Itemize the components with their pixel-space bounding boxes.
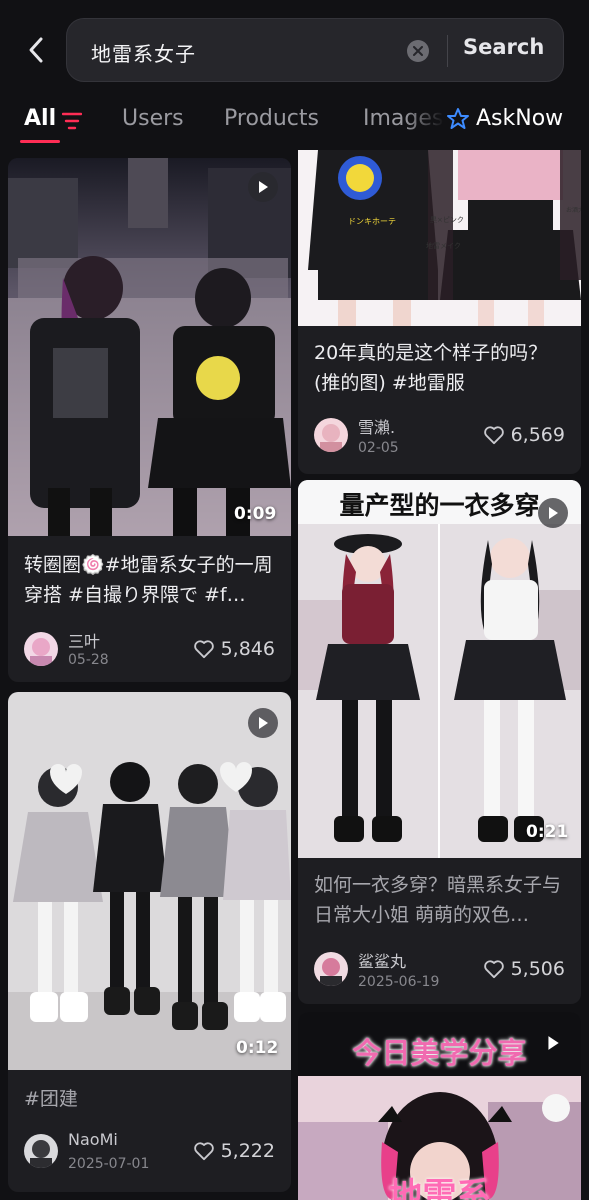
avatar[interactable] <box>24 1134 58 1168</box>
post-card-5[interactable]: 今日美学分享 地雷系 <box>298 1012 581 1200</box>
like-button[interactable]: 5,846 <box>193 638 275 660</box>
search-input[interactable]: 地雷系女子 Search <box>66 18 564 82</box>
like-count: 5,846 <box>220 638 275 660</box>
post-thumbnail[interactable]: 0:09 <box>8 158 291 536</box>
post-card-3[interactable]: ドンキホーテ 黒×ピンク 地雷メイク お酒大好き 20年真的是这个样子的吗？(推… <box>298 150 581 474</box>
avatar[interactable] <box>314 952 348 986</box>
like-count: 5,506 <box>510 958 565 980</box>
post-title: 20年真的是这个样子的吗？(推的图) #地雷服 <box>314 342 548 394</box>
post-title: #团建 <box>24 1088 78 1110</box>
heart-icon <box>483 426 504 445</box>
author-name[interactable]: 三叶 <box>68 628 100 652</box>
search-button[interactable]: Search <box>463 35 544 59</box>
tab-asknow[interactable]: AskNow <box>446 106 563 131</box>
avatar[interactable] <box>24 632 58 666</box>
filter-icon[interactable] <box>62 112 82 130</box>
play-icon <box>248 708 278 738</box>
result-tabs: All Users Products Images AskNow <box>0 100 589 144</box>
play-icon <box>538 498 568 528</box>
author-name[interactable]: 雪瀨. <box>358 414 395 438</box>
post-card-1[interactable]: 0:09 转圈圈🍥#地雷系女子的一周穿搭 #自撮り界隈で #f… 三叶 05-2… <box>8 158 291 682</box>
post-date: 05-28 <box>68 652 109 668</box>
post-date: 02-05 <box>358 440 399 456</box>
author-name[interactable]: NaoMi <box>68 1130 118 1149</box>
tab-images-wrapper[interactable]: Images <box>360 100 444 140</box>
search-divider <box>447 35 448 67</box>
heart-icon <box>193 640 214 659</box>
video-duration: 0:09 <box>234 504 277 524</box>
post-thumbnail[interactable]: 量产型的一衣多穿 0:21 <box>298 480 581 858</box>
search-query-text: 地雷系女子 <box>91 42 196 66</box>
image-text-makeup: 地雷メイク <box>426 241 461 250</box>
post-card-2[interactable]: 0:12 #团建 NaoMi 2025-07-01 5,222 <box>8 692 291 1192</box>
tab-products[interactable]: Products <box>224 106 319 131</box>
back-arrow-icon <box>29 37 43 63</box>
heart-icon <box>483 960 504 979</box>
avatar[interactable] <box>314 418 348 452</box>
post-card-4[interactable]: 量产型的一衣多穿 0:21 如何一衣多穿？暗黑系女子与日常大小姐 萌萌的双色… … <box>298 480 581 1004</box>
asknow-label: AskNow <box>476 106 564 131</box>
post-thumbnail[interactable]: 0:12 <box>8 692 291 1070</box>
back-button[interactable] <box>18 28 54 72</box>
like-button[interactable]: 5,506 <box>483 958 565 980</box>
like-button[interactable]: 5,222 <box>193 1140 275 1162</box>
asknow-icon <box>447 107 469 129</box>
video-duration: 0:21 <box>526 822 569 842</box>
image-text-osake: お酒大好き <box>566 206 581 214</box>
author-name[interactable]: 鲨鲨丸 <box>358 948 406 972</box>
post-date: 2025-06-19 <box>358 974 440 990</box>
like-count: 6,569 <box>510 424 565 446</box>
post-title: 如何一衣多穿？暗黑系女子与日常大小姐 萌萌的双色… <box>314 874 562 926</box>
post-date: 2025-07-01 <box>68 1156 150 1172</box>
post-thumbnail[interactable]: ドンキホーテ 黒×ピンク 地雷メイク お酒大好き <box>298 150 581 326</box>
image-text-kuro-pink: 黒×ピンク <box>430 216 464 224</box>
image-overlay-partial: 地雷系 <box>388 1176 491 1200</box>
post-title: 转圈圈🍥#地雷系女子的一周穿搭 #自撮り界隈で #f… <box>24 554 273 606</box>
tab-all[interactable]: All <box>24 106 56 131</box>
tab-images[interactable]: Images <box>363 106 443 131</box>
video-duration: 0:12 <box>236 1038 279 1058</box>
like-button[interactable]: 6,569 <box>483 424 565 446</box>
post-thumbnail[interactable]: 今日美学分享 地雷系 <box>298 1012 581 1200</box>
active-tab-indicator <box>20 140 60 143</box>
image-text-donki: ドンキホーテ <box>348 217 396 226</box>
play-icon <box>538 1028 568 1058</box>
like-count: 5,222 <box>220 1140 275 1162</box>
heart-icon <box>193 1142 214 1161</box>
top-bar: 地雷系女子 Search All Users Products Images A… <box>0 0 589 150</box>
play-icon <box>248 172 278 202</box>
tab-users[interactable]: Users <box>122 106 184 131</box>
clear-search-icon[interactable] <box>407 40 429 62</box>
